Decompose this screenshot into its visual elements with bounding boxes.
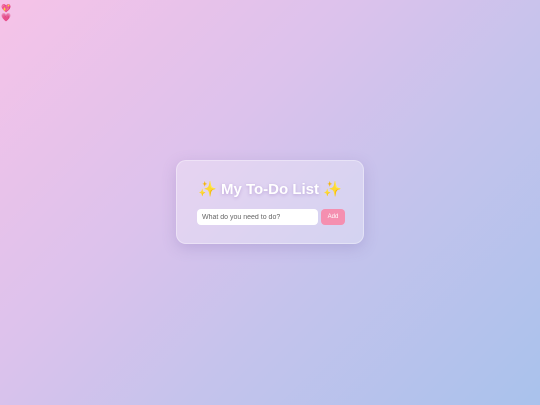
title-text: My To-Do List — [220, 181, 320, 198]
sparkle-icon: ✨ — [323, 180, 342, 198]
todo-input[interactable] — [197, 209, 318, 225]
heart-icon: 💗 — [1, 13, 11, 22]
add-button[interactable]: Add — [321, 209, 345, 225]
sparkle-icon: ✨ — [198, 180, 217, 198]
heart-icon: 💖 — [1, 4, 11, 13]
todo-card: ✨ My To-Do List ✨ Add — [176, 160, 364, 244]
add-todo-row: Add — [197, 209, 345, 225]
page-title: ✨ My To-Do List ✨ — [177, 180, 363, 198]
floating-hearts: 💖 💗 — [1, 4, 13, 22]
